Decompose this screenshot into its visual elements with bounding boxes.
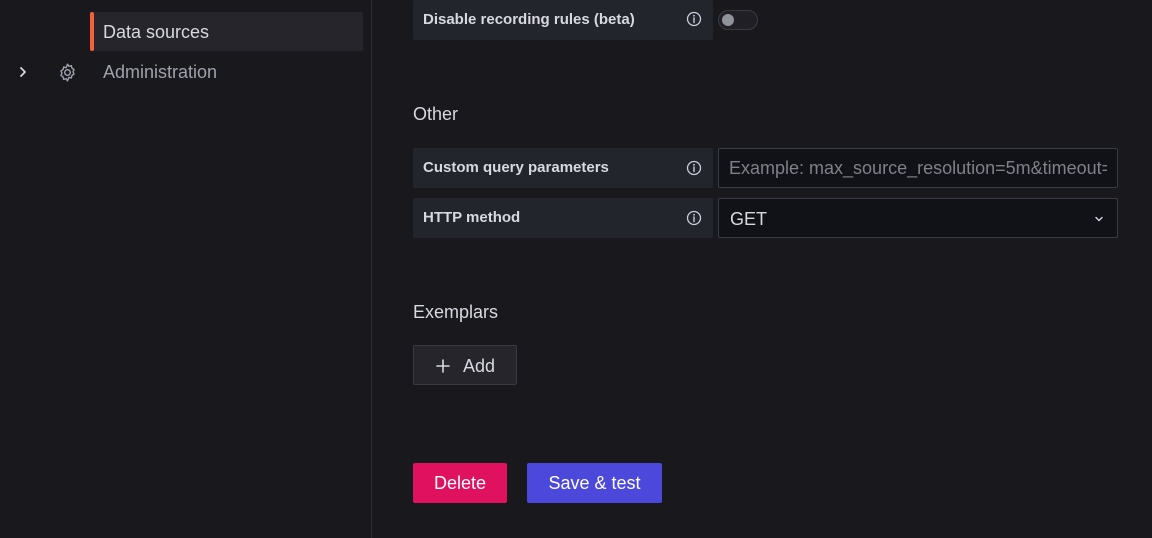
gear-icon	[60, 63, 75, 82]
info-icon[interactable]	[686, 11, 702, 27]
field-label-text: HTTP method	[423, 209, 521, 226]
section-title-exemplars: Exemplars	[413, 302, 499, 322]
http-method-value: GET	[730, 209, 768, 229]
add-exemplar-button[interactable]: Add	[413, 345, 517, 385]
chevron-down-icon	[1095, 216, 1103, 222]
main-content: Disable recording rules (beta) Other Cus…	[373, 0, 1152, 538]
sidebar-item-data-sources[interactable]: Data sources	[90, 12, 363, 51]
active-indicator	[90, 12, 94, 51]
custom-query-parameters-input[interactable]	[718, 148, 1118, 188]
add-button-label: Add	[463, 356, 496, 376]
custom-query-parameters-label: Custom query parameters	[413, 148, 713, 188]
info-icon[interactable]	[686, 210, 702, 226]
plus-icon	[436, 359, 450, 373]
sidebar-item-administration[interactable]: Administration	[0, 52, 372, 92]
http-method-label: HTTP method	[413, 198, 713, 238]
recording-rules-label: Disable recording rules (beta)	[413, 0, 713, 40]
field-label-text: Custom query parameters	[423, 159, 609, 176]
section-title-other: Other	[413, 104, 459, 124]
info-icon[interactable]	[686, 160, 702, 176]
save-test-button[interactable]: Save & test	[527, 463, 662, 503]
sidebar-item-label: Administration	[103, 62, 218, 82]
toggle-knob	[722, 14, 734, 26]
sidebar: Data sources Administration	[0, 0, 372, 538]
recording-rules-toggle[interactable]	[718, 10, 758, 30]
sidebar-item-label: Data sources	[103, 22, 210, 42]
chevron-right-icon[interactable]	[16, 63, 30, 81]
delete-button[interactable]: Delete	[413, 463, 507, 503]
field-label-text: Disable recording rules (beta)	[423, 11, 635, 28]
http-method-select[interactable]: GET	[718, 198, 1118, 238]
